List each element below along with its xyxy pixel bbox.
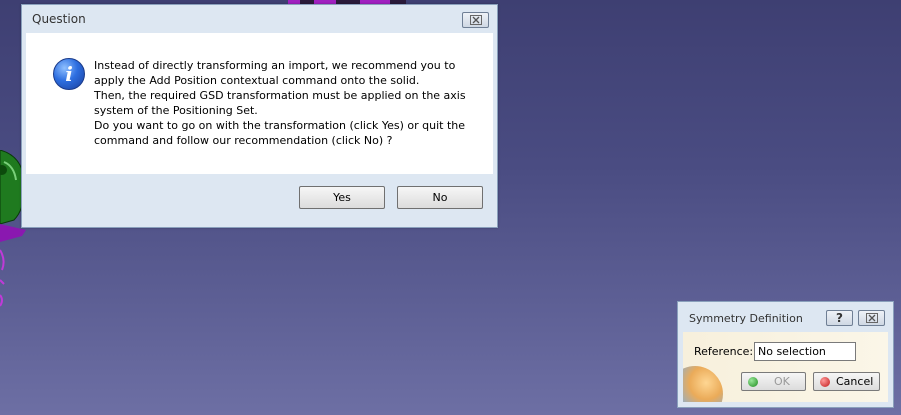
reference-field[interactable]: No selection	[754, 342, 856, 361]
globe-decoration-icon	[683, 366, 723, 402]
ok-green-icon	[748, 376, 758, 387]
help-button[interactable]: ?	[826, 310, 853, 326]
info-icon: i	[53, 58, 85, 90]
help-icon: ?	[836, 311, 843, 325]
close-icon	[469, 15, 482, 25]
symmetry-definition-dialog: Symmetry Definition ? Reference: No sele…	[677, 301, 894, 408]
symmetry-panel: Reference: No selection OK Cancel	[683, 332, 888, 402]
question-dialog-body: i Instead of directly transforming an im…	[26, 33, 493, 174]
reference-label: Reference:	[694, 345, 754, 358]
question-dialog-titlebar[interactable]: Question	[22, 5, 497, 33]
ok-label: OK	[774, 375, 790, 388]
symmetry-close-button[interactable]	[858, 310, 885, 326]
cancel-label: Cancel	[836, 375, 874, 388]
question-dialog-title: Question	[32, 12, 86, 26]
question-message: Instead of directly transforming an impo…	[94, 59, 466, 147]
cancel-button[interactable]: Cancel	[813, 372, 880, 391]
yes-button[interactable]: Yes	[299, 186, 385, 209]
no-button[interactable]: No	[397, 186, 483, 209]
symmetry-dialog-title: Symmetry Definition	[689, 312, 803, 325]
question-dialog: Question i Instead of directly transform…	[21, 4, 498, 228]
cancel-red-icon	[820, 376, 830, 387]
ok-button[interactable]: OK	[741, 372, 806, 391]
close-button[interactable]	[462, 12, 489, 28]
close-icon	[865, 313, 878, 323]
